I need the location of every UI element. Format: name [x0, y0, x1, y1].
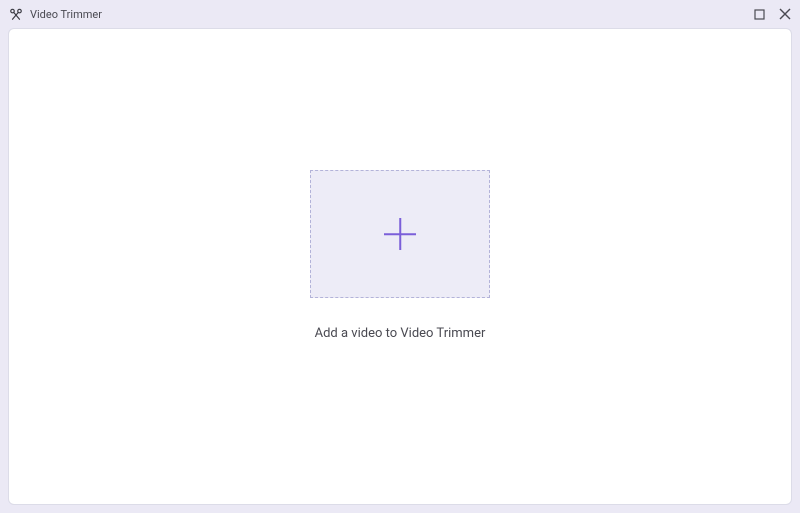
- window-controls: [752, 7, 792, 21]
- close-button[interactable]: [778, 7, 792, 21]
- content-area: Add a video to Video Trimmer: [8, 28, 792, 505]
- scissors-icon: [8, 6, 24, 22]
- maximize-button[interactable]: [752, 7, 766, 21]
- app-title: Video Trimmer: [30, 8, 102, 21]
- window-frame: Video Trimmer Add a video to Video Trimm…: [0, 0, 800, 513]
- add-video-dropzone[interactable]: [310, 170, 490, 298]
- titlebar: Video Trimmer: [0, 0, 800, 28]
- titlebar-left: Video Trimmer: [8, 6, 102, 22]
- instruction-text: Add a video to Video Trimmer: [315, 326, 486, 341]
- plus-icon: [384, 218, 416, 250]
